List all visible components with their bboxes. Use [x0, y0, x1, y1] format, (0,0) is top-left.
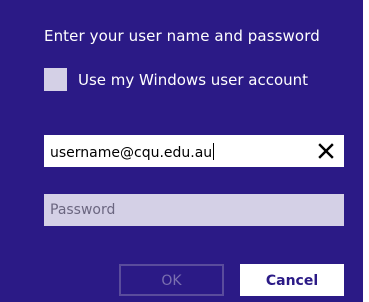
- close-icon[interactable]: [317, 142, 335, 160]
- text-caret: [213, 143, 215, 160]
- window-edge: [363, 0, 369, 302]
- username-value[interactable]: username@cqu.edu.au: [50, 143, 215, 161]
- cancel-button[interactable]: Cancel: [240, 264, 344, 296]
- credentials-dialog: Enter your user name and password Use my…: [0, 0, 363, 302]
- use-windows-account-label[interactable]: Use my Windows user account: [78, 71, 308, 89]
- username-field[interactable]: username@cqu.edu.au: [44, 135, 344, 167]
- password-field[interactable]: Password: [44, 194, 344, 226]
- dialog-title: Enter your user name and password: [44, 27, 320, 45]
- ok-button[interactable]: OK: [119, 264, 224, 296]
- use-windows-account-checkbox[interactable]: [44, 68, 67, 91]
- password-placeholder: Password: [50, 202, 116, 218]
